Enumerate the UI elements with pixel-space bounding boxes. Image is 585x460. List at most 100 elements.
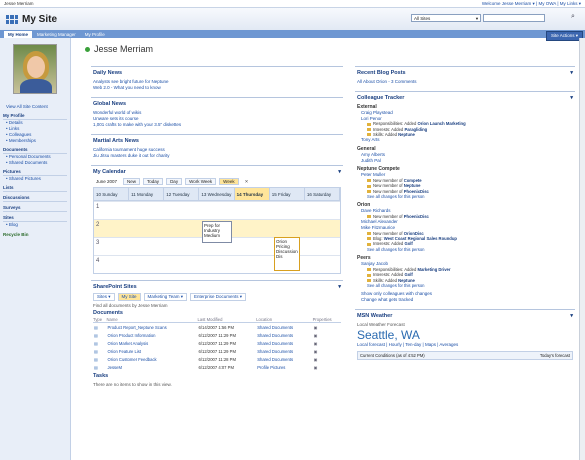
quicklaunch-item[interactable]: • Memberships	[3, 138, 67, 144]
quicklaunch-item[interactable]: • Shared Pictures	[3, 176, 67, 182]
doc-location[interactable]: Shared Documents	[256, 331, 312, 339]
search-area: All Sites	[411, 14, 545, 22]
tab-marketing-manager[interactable]: Marketing Manager	[33, 31, 80, 38]
calendar-event[interactable]: Orion Pricing Discussion Dis	[274, 237, 300, 271]
hour-label: 1	[96, 204, 100, 210]
see-all-changes-link[interactable]: See all changes for this person	[357, 247, 573, 252]
calendar-grid[interactable]: 1 2 3 4 Prep for Industry Medium Orion P…	[93, 201, 341, 274]
colleague-link[interactable]: Judith Pal	[357, 158, 573, 164]
change-value[interactable]: Orion Launch Marketing	[417, 121, 465, 126]
welcome-menu[interactable]: Welcome Jesse Merriam ▾ | My OWA | My Li…	[482, 1, 581, 7]
quicklaunch-item[interactable]: Documents	[3, 147, 67, 154]
tab-my-home[interactable]: My Home	[4, 31, 33, 38]
day-header[interactable]: 12 Tuesday	[164, 188, 200, 200]
change-value[interactable]: West Coast Regional Sales Roundup	[384, 236, 457, 241]
doc-name[interactable]: Orion Feature List	[107, 347, 198, 355]
properties-icon[interactable]: ▣	[313, 339, 341, 347]
change-value[interactable]: Compete	[404, 178, 422, 183]
change-icon	[367, 237, 371, 241]
change-value[interactable]: Neptune	[398, 278, 415, 283]
change-value[interactable]: PhoenixDisc	[404, 214, 429, 219]
see-all-changes-link[interactable]: See all changes for this person	[357, 194, 573, 199]
webpart-menu-icon[interactable]: ▾	[570, 313, 573, 319]
search-scope-select[interactable]: All Sites	[411, 14, 481, 22]
properties-icon[interactable]: ▣	[313, 331, 341, 339]
blog-post-link[interactable]: All About Orion - 3 Comments	[357, 79, 573, 85]
current-conditions: Current Conditions (as of 4:52 PM)	[360, 352, 425, 358]
quicklaunch-item[interactable]: Surveys	[3, 205, 67, 212]
change-label: Interests: Added	[373, 272, 405, 278]
day-header[interactable]: 11 Monday	[129, 188, 165, 200]
quicklaunch-item[interactable]: Pictures	[3, 169, 67, 176]
week-button[interactable]: Week	[219, 178, 239, 185]
change-value[interactable]: Paragliding	[404, 127, 427, 132]
change-value[interactable]: Neptune	[398, 132, 415, 137]
quicklaunch-item[interactable]: Lists	[3, 185, 67, 192]
martial-news-title[interactable]: Martial Arts News	[93, 138, 341, 144]
quicklaunch-item[interactable]: My Profile	[3, 113, 67, 120]
search-icon[interactable]: ⌕	[571, 13, 581, 23]
webpart-menu-icon[interactable]: ▾	[570, 95, 573, 101]
see-all-changes-link[interactable]: See all changes for this person	[357, 283, 573, 288]
doc-name[interactable]: Orion Market Analysis	[107, 339, 198, 347]
doc-location[interactable]: Shared Documents	[256, 339, 312, 347]
news-item[interactable]: Jiu Jitsu masters duke it out for charit…	[93, 153, 341, 159]
doc-location[interactable]: Shared Documents	[256, 323, 312, 332]
quicklaunch-item[interactable]: Discussions	[3, 195, 67, 202]
calendar-event[interactable]: Prep for Industry Medium	[202, 221, 232, 243]
webpart-menu-icon[interactable]: ▾	[570, 70, 573, 76]
work-week-button[interactable]: Work Week	[185, 178, 217, 185]
today-button[interactable]: Today	[143, 178, 164, 185]
tab-my-site[interactable]: My Site	[117, 293, 141, 301]
day-header[interactable]: 16 Saturday	[305, 188, 340, 200]
weather-links[interactable]: Local forecast | Hourly | Ten-day | Maps…	[357, 342, 573, 348]
calendar-toolbar: June 2007 New Today Day Work Week Week ✕	[93, 178, 341, 185]
daily-news-title[interactable]: Daily News	[93, 70, 341, 76]
tab-marketing-team[interactable]: Marketing Team ▾	[143, 293, 187, 301]
doc-location[interactable]: Shared Documents	[256, 347, 312, 355]
properties-icon[interactable]: ▣	[313, 363, 341, 371]
change-tracking-link[interactable]: Change what gets tracked	[357, 297, 573, 303]
global-news-title[interactable]: Global News	[93, 101, 341, 107]
tab-my-profile[interactable]: My Profile	[81, 31, 109, 38]
news-item[interactable]: 1,001 crafts to make with your 3.5" disk…	[93, 122, 341, 128]
change-value[interactable]: Neptune	[404, 183, 421, 188]
day-view-button[interactable]: Day	[166, 178, 183, 185]
webpart-menu-icon[interactable]: ▾	[338, 169, 341, 175]
page-scrollbar[interactable]	[579, 38, 585, 460]
search-input[interactable]	[483, 14, 545, 22]
tab-sites[interactable]: Sites ▾	[93, 293, 115, 301]
doc-name[interactable]: Product Report_Neptune Scans	[107, 323, 198, 332]
quicklaunch-item[interactable]: View All Site Content	[3, 104, 67, 110]
quicklaunch-item[interactable]: Recycle Bin	[3, 232, 67, 238]
properties-icon[interactable]: ▣	[313, 355, 341, 363]
new-button[interactable]: New	[123, 178, 141, 185]
quicklaunch-item[interactable]: • Shared Documents	[3, 160, 67, 166]
properties-icon[interactable]: ▣	[313, 347, 341, 355]
close-icon[interactable]: ✕	[242, 179, 252, 185]
avatar	[13, 44, 57, 94]
change-value[interactable]: Golf	[404, 272, 412, 277]
webpart-menu-icon[interactable]: ▾	[338, 284, 341, 290]
colleague-link[interactable]: Tony Arts	[357, 137, 573, 143]
properties-icon[interactable]: ▣	[313, 323, 341, 332]
doc-name[interactable]: Orion Product Information	[107, 331, 198, 339]
quicklaunch-item[interactable]: Sites	[3, 215, 67, 222]
doc-name[interactable]: JesseM	[107, 363, 198, 371]
day-header[interactable]: 15 Friday	[270, 188, 305, 200]
tab-enterprise-documents[interactable]: Enterprise Documents ▾	[189, 293, 247, 301]
doc-location[interactable]: Shared Documents	[256, 355, 312, 363]
change-label: New member of	[373, 177, 404, 183]
doc-location[interactable]: Profile Pictures	[256, 363, 312, 371]
change-value[interactable]: Golf	[404, 241, 412, 246]
day-header-today[interactable]: 14 Thursday	[234, 188, 270, 200]
breadcrumb[interactable]: Jesse Merriam	[4, 1, 34, 6]
change-value[interactable]: PhoenixDisc	[404, 189, 429, 194]
doc-name[interactable]: Orion Customer Feedback	[107, 355, 198, 363]
quicklaunch-item[interactable]: • Blog	[3, 222, 67, 228]
day-header[interactable]: 13 Wednesday	[199, 188, 235, 200]
change-value[interactable]: OrionDisc	[404, 231, 424, 236]
day-header[interactable]: 10 Sunday	[94, 188, 130, 200]
change-value[interactable]: Marketing Driver	[417, 267, 450, 272]
news-item[interactable]: Web 2.0 - What you need to know	[93, 85, 341, 91]
